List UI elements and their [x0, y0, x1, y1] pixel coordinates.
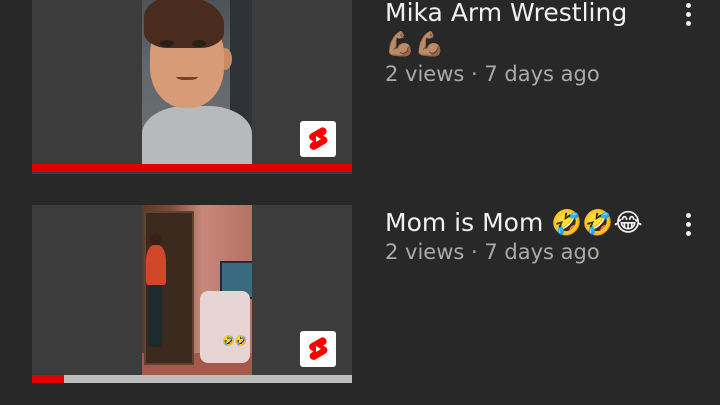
thumbnail-image [142, 0, 252, 166]
shorts-icon [309, 337, 328, 360]
video-meta: Mom is Mom 🤣🤣😂 2 views · 7 days ago [385, 208, 655, 266]
video-item[interactable]: 🤣🤣 Mom is Mom 🤣🤣😂 2 views · 7 days ago [0, 205, 720, 383]
video-title[interactable]: Mom is Mom 🤣🤣😂 [385, 208, 655, 238]
shorts-icon [309, 127, 328, 150]
video-list: Mika Arm Wrestling 💪🏽💪🏽 2 views · 7 days… [0, 0, 720, 405]
shorts-badge [300, 121, 336, 157]
video-stats: 2 views · 7 days ago [385, 240, 600, 264]
watch-progress-bar [32, 164, 352, 172]
watch-progress-fill [32, 164, 352, 172]
video-stats: 2 views · 7 days ago [385, 62, 600, 86]
thumbnail-emoji: 🤣🤣 [222, 336, 247, 347]
more-vert-icon[interactable] [676, 0, 700, 35]
video-title[interactable]: Mika Arm Wrestling [385, 0, 655, 28]
watch-progress-fill [32, 375, 64, 383]
video-item[interactable]: Mika Arm Wrestling 💪🏽💪🏽 2 views · 7 days… [0, 0, 720, 174]
video-title-emoji: 💪🏽💪🏽 [385, 30, 445, 58]
shorts-badge [300, 331, 336, 367]
watch-progress-bar [32, 375, 352, 383]
more-vert-icon[interactable] [676, 209, 700, 245]
video-meta: Mika Arm Wrestling 💪🏽💪🏽 2 views · 7 days… [385, 0, 655, 88]
thumbnail-image: 🤣🤣 [142, 205, 252, 381]
